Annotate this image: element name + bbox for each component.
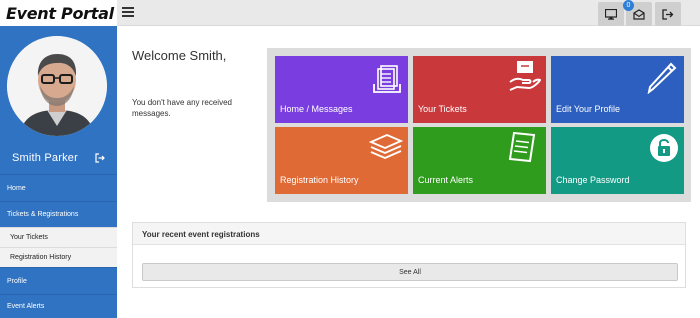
- recent-registrations-panel: Your recent event registrations See All: [132, 222, 686, 288]
- see-all-label: See All: [399, 268, 421, 276]
- tile-change-password[interactable]: Change Password: [551, 127, 684, 194]
- user-name: Smith Parker: [12, 152, 78, 164]
- tile-label: Your Tickets: [418, 104, 467, 114]
- sidebar-item-tickets-registrations[interactable]: Tickets & Registrations: [0, 201, 117, 227]
- tile-registration-history[interactable]: Registration History: [275, 127, 408, 194]
- pencil-icon: [647, 62, 677, 94]
- sidebar-item-home[interactable]: Home: [0, 174, 117, 201]
- tile-label: Current Alerts: [418, 175, 474, 185]
- sidebar-item-profile[interactable]: Profile: [0, 267, 117, 294]
- app-logo[interactable]: Event Portal: [0, 0, 117, 26]
- logout-button[interactable]: [655, 2, 681, 26]
- panel-heading: Your recent event registrations: [133, 223, 685, 245]
- sidebar-item-label: Profile: [7, 277, 27, 285]
- tile-label: Registration History: [280, 175, 359, 185]
- tile-label: Change Password: [556, 175, 630, 185]
- user-profile: Smith Parker: [0, 26, 117, 174]
- lock-icon: [650, 134, 678, 162]
- envelope-icon: [633, 8, 645, 20]
- monitor-button[interactable]: [598, 2, 624, 26]
- clipboard-list-icon: [508, 131, 536, 163]
- sidebar: Smith Parker Home Tickets & Registration…: [0, 26, 117, 318]
- see-all-button[interactable]: See All: [142, 263, 678, 281]
- sidebar-item-label: Event Alerts: [7, 303, 45, 310]
- avatar: [7, 36, 107, 136]
- sign-out-icon[interactable]: [95, 153, 105, 163]
- sidebar-item-your-tickets[interactable]: Your Tickets: [0, 227, 117, 247]
- sidebar-item-event-alerts[interactable]: Event Alerts: [0, 294, 117, 318]
- no-messages-text: You don't have any received messages.: [132, 98, 232, 118]
- ticket-hand-icon: [509, 61, 541, 91]
- dashboard-tiles: Home / Messages Your Tickets Edit Your P…: [267, 48, 691, 202]
- stacked-papers-icon: [369, 134, 403, 159]
- app-title: Event Portal: [6, 3, 114, 23]
- sidebar-item-label: Home: [7, 184, 26, 192]
- tile-current-alerts[interactable]: Current Alerts: [413, 127, 546, 194]
- tile-label: Home / Messages: [280, 104, 353, 114]
- messages-button[interactable]: 0: [623, 0, 652, 26]
- top-bar: Event Portal 0: [0, 0, 700, 26]
- notification-badge: 0: [623, 0, 634, 11]
- tile-label: Edit Your Profile: [556, 104, 621, 114]
- tile-home-messages[interactable]: Home / Messages: [275, 56, 408, 123]
- sidebar-item-label: Registration History: [10, 254, 72, 261]
- messages-icon: [373, 65, 401, 93]
- tile-edit-profile[interactable]: Edit Your Profile: [551, 56, 684, 123]
- sidebar-item-label: Tickets & Registrations: [7, 211, 79, 218]
- sidebar-item-label: Your Tickets: [10, 234, 48, 241]
- menu-toggle-icon[interactable]: [121, 5, 135, 19]
- tile-your-tickets[interactable]: Your Tickets: [413, 56, 546, 123]
- welcome-heading: Welcome Smith,: [132, 48, 227, 63]
- sidebar-item-registration-history[interactable]: Registration History: [0, 247, 117, 267]
- monitor-icon: [605, 8, 617, 20]
- logout-icon: [662, 8, 674, 20]
